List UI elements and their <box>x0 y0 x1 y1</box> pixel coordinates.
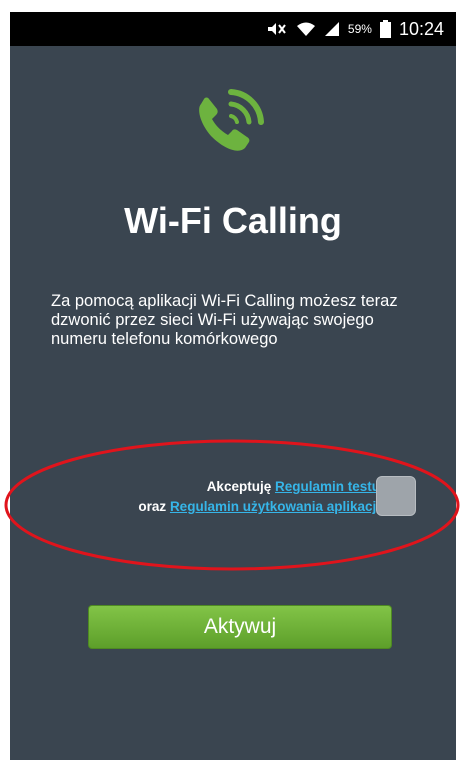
battery-icon <box>379 20 391 38</box>
status-bar: 59% 10:24 <box>10 12 456 46</box>
test-terms-link[interactable]: Regulamin testu <box>275 479 380 494</box>
accept-prefix: Akceptuję <box>206 479 272 494</box>
terms-acceptance: Akceptuję Regulamin testu oraz Regulamin… <box>50 477 380 517</box>
app-terms-link[interactable]: Regulamin użytkowania aplikacji <box>170 499 380 514</box>
wifi-icon <box>296 21 316 37</box>
terms-conjunction: oraz <box>138 499 167 514</box>
activate-button[interactable]: Aktywuj <box>88 605 392 649</box>
mute-icon <box>266 21 288 37</box>
app-screen: 59% 10:24 Wi-Fi Calling Za pomocą aplika… <box>10 12 456 760</box>
description-text: Za pomocą aplikacji Wi-Fi Calling możesz… <box>51 292 398 348</box>
battery-percent: 59% <box>347 22 372 36</box>
page-title: Wi-Fi Calling <box>124 200 342 241</box>
accept-terms-checkbox[interactable] <box>376 476 416 516</box>
signal-icon <box>324 21 340 37</box>
phone-wifi-icon <box>187 82 269 164</box>
clock: 10:24 <box>398 18 444 39</box>
